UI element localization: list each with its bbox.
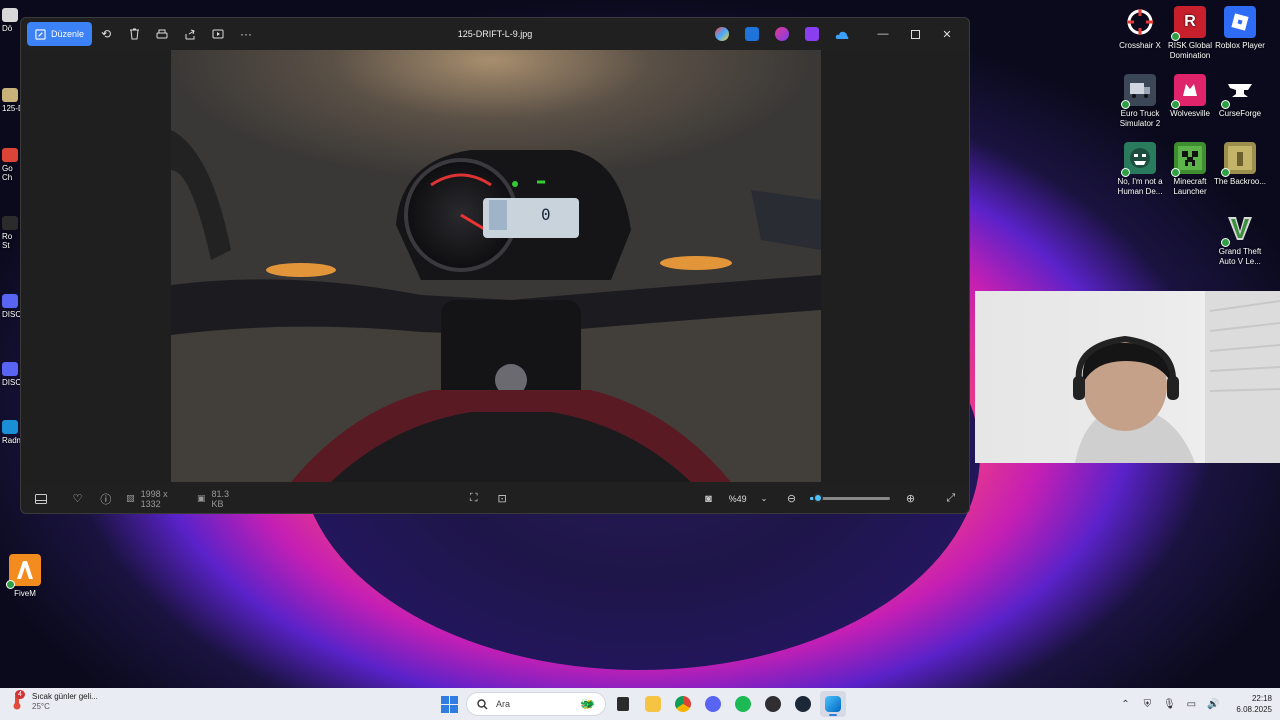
gta-v-icon <box>1221 212 1256 247</box>
anvil-icon <box>1221 74 1256 109</box>
close-button[interactable]: ✕ <box>931 22 963 46</box>
rotate-icon[interactable]: ⟲ <box>92 22 120 46</box>
title-bar: Düzenle ⟲ ··· 125-DRIFT-L-9.jpg — ✕ <box>21 18 969 50</box>
desktop-icon-roblox[interactable]: Roblox Player <box>1213 6 1267 51</box>
clock[interactable]: 22:18 6.08.2025 <box>1236 693 1272 715</box>
desktop-icon-left-3[interactable]: Go Ch <box>2 148 22 182</box>
backrooms-icon <box>1221 142 1256 177</box>
desktop-icon-fivem[interactable]: FiveM <box>0 554 52 599</box>
taskbar-search[interactable]: Ara 🐲 <box>466 692 606 716</box>
steam-icon[interactable] <box>790 691 816 717</box>
edit-pencil-icon <box>35 28 46 40</box>
delete-icon[interactable] <box>120 22 148 46</box>
chevron-up-icon[interactable]: ⌃ <box>1118 699 1132 710</box>
desktop-icon-euro-truck[interactable]: Euro Truck Simulator 2 <box>1113 74 1167 129</box>
defender-icon[interactable]: ⛨ <box>1140 699 1154 710</box>
spotify-icon[interactable] <box>730 691 756 717</box>
volume-icon[interactable]: 🔊 <box>1206 699 1220 710</box>
fit-to-window-icon[interactable]: ⛶ <box>462 487 486 511</box>
photos-app-icon[interactable] <box>820 691 846 717</box>
zoom-slider-thumb[interactable] <box>812 493 823 503</box>
search-highlight-icon: 🐲 <box>580 697 595 711</box>
actual-size-icon[interactable]: ⊡ <box>490 487 514 511</box>
taskbar: 4 Sıcak günler geli... 25°C Ara 🐲 ⌃ ⛨ 🎙 … <box>0 688 1280 720</box>
roblox-icon <box>1224 6 1256 38</box>
photos-window[interactable]: Düzenle ⟲ ··· 125-DRIFT-L-9.jpg — ✕ 0 ♡ … <box>20 17 970 514</box>
truck-icon <box>1121 74 1156 109</box>
paint-icon[interactable] <box>775 27 789 41</box>
thermometer-icon: 4 <box>8 690 26 711</box>
minimize-button[interactable]: — <box>867 22 899 46</box>
slideshow-icon[interactable] <box>204 22 232 46</box>
motorcycle-photo: 0 <box>171 50 821 482</box>
temperature: 25°C <box>32 702 50 711</box>
visual-search-icon[interactable]: ◙ <box>696 487 720 511</box>
desktop-icon-left-1[interactable]: Dö <box>2 8 18 33</box>
desktop-icon-minecraft[interactable]: Minecraft Launcher <box>1163 142 1217 197</box>
desktop-icon-backrooms[interactable]: The Backroo... <box>1213 142 1267 187</box>
chrome-icon[interactable] <box>670 691 696 717</box>
image-size-icon: ▧ <box>126 493 135 503</box>
designer-icon[interactable] <box>745 27 759 41</box>
obs-icon[interactable] <box>760 691 786 717</box>
creeper-icon <box>1171 142 1206 177</box>
zoom-out-icon[interactable]: ⊖ <box>779 487 803 511</box>
share-icon[interactable] <box>176 22 204 46</box>
wolf-icon <box>1171 74 1206 109</box>
clipchamp-icon[interactable] <box>805 27 819 41</box>
file-size-icon: ▣ <box>197 493 206 503</box>
weather-badge: 4 <box>15 690 25 699</box>
edit-button[interactable]: Düzenle <box>27 22 93 46</box>
crosshair-x-icon <box>1124 6 1156 38</box>
fivem-icon <box>6 554 41 589</box>
zoom-slider[interactable] <box>809 493 891 503</box>
file-size: 81.3 KB <box>211 488 230 509</box>
desktop-icon-wolvesville[interactable]: Wolvesville <box>1163 74 1217 119</box>
more-options-icon[interactable]: ··· <box>232 22 260 46</box>
onedrive-icon[interactable] <box>835 27 849 41</box>
info-icon[interactable]: ⓘ <box>94 487 118 511</box>
zoom-dropdown[interactable]: %49 ⌄ <box>721 488 776 510</box>
system-tray: ⌃ ⛨ 🎙 ▭ 🔊 22:18 6.08.2025 <box>1118 688 1272 720</box>
image-viewer[interactable]: 0 <box>21 50 969 482</box>
file-explorer-icon[interactable] <box>640 691 666 717</box>
search-icon <box>477 698 488 709</box>
microphone-icon[interactable]: 🎙 <box>1162 699 1176 710</box>
favorite-heart-icon[interactable]: ♡ <box>65 487 89 511</box>
print-icon[interactable] <box>148 22 176 46</box>
zoom-in-icon[interactable]: ⊕ <box>898 487 922 511</box>
task-view-icon[interactable] <box>610 691 636 717</box>
svg-text:0: 0 <box>541 205 551 224</box>
desktop-icon-curseforge[interactable]: CurseForge <box>1213 74 1267 119</box>
discord-icon[interactable] <box>700 691 726 717</box>
desktop-icon-risk[interactable]: R RISK Global Domination <box>1163 6 1217 61</box>
maximize-button[interactable] <box>899 22 931 46</box>
risk-icon: R <box>1171 6 1206 41</box>
desktop-icon-crosshair-x[interactable]: Crosshair X <box>1113 6 1167 51</box>
desktop-icon-no-im-not-human[interactable]: No, I'm not a Human De... <box>1113 142 1167 197</box>
display-icon[interactable]: ▭ <box>1184 699 1198 710</box>
start-button[interactable] <box>436 691 462 717</box>
fullscreen-icon[interactable]: ⤢ <box>939 487 963 511</box>
filmstrip-icon[interactable] <box>29 487 53 511</box>
weather-text: Sıcak günler geli... <box>32 692 98 701</box>
desktop-icon-gta-v[interactable]: Grand Theft Auto V Le... <box>1213 212 1267 267</box>
desktop-icon-left-4[interactable]: Ro St <box>2 216 22 250</box>
weather-widget[interactable]: 4 Sıcak günler geli... 25°C <box>8 690 98 712</box>
webcam-overlay <box>975 291 1280 463</box>
status-bar: ♡ ⓘ ▧ 1998 x 1332 ▣ 81.3 KB ⛶ ⊡ ◙ %49 ⌄ … <box>21 482 969 513</box>
chevron-down-icon: ⌄ <box>760 494 768 503</box>
face-icon <box>1121 142 1156 177</box>
copilot-icon[interactable] <box>715 27 729 41</box>
image-dimensions: 1998 x 1332 <box>140 488 168 509</box>
